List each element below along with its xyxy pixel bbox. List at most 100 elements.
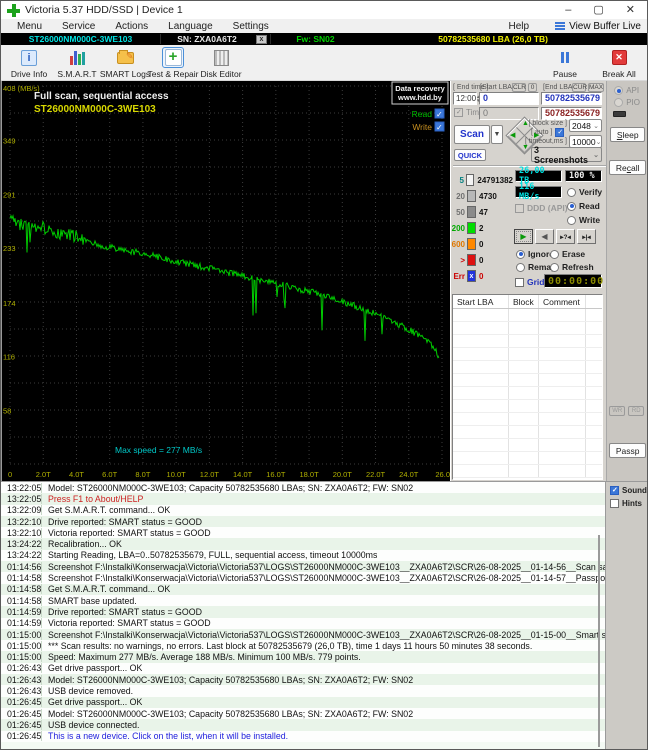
max-button[interactable]: MAX — [588, 83, 604, 92]
counter-color-box[interactable] — [466, 174, 474, 186]
sleep-button[interactable]: Sleep — [610, 127, 645, 142]
table-cell — [539, 348, 586, 360]
counter-threshold: 20 — [451, 192, 465, 201]
maximize-button[interactable]: ▢ — [593, 3, 603, 17]
table-row[interactable] — [453, 452, 602, 465]
refresh-radio[interactable]: Refresh — [550, 262, 594, 272]
log-timestamp: 01:26:43 — [1, 663, 41, 673]
verify-radio[interactable]: Verify — [567, 187, 602, 197]
counter-color-box[interactable] — [467, 206, 476, 218]
table-cell — [539, 413, 586, 425]
log-timestamp: 01:15:00 — [1, 630, 41, 640]
ddd-api-checkbox[interactable]: DDD (API) — [515, 203, 568, 213]
table-row[interactable] — [453, 374, 602, 387]
table-row[interactable] — [453, 465, 602, 478]
scan-dropdown-button[interactable]: ▼ — [491, 125, 503, 144]
counter-color-box[interactable] — [467, 254, 476, 266]
log-message: Victoria reported: SMART status = GOOD — [41, 528, 211, 538]
read-radio[interactable]: Read — [567, 201, 600, 211]
counter-color-box[interactable] — [467, 222, 476, 234]
toolbar-button-label: Disk Editor — [200, 69, 241, 79]
menu-settings[interactable]: Settings — [223, 21, 279, 32]
menu-help[interactable]: Help — [499, 21, 540, 32]
start-scan-button[interactable]: ▶ — [514, 229, 533, 244]
log-scrollbar-thumb[interactable] — [598, 535, 600, 747]
auto-checkbox[interactable]: [ auto ] — [531, 128, 564, 137]
table-row[interactable] — [453, 413, 602, 426]
menu-language[interactable]: Language — [158, 21, 223, 32]
table-row[interactable] — [453, 426, 602, 439]
ignore-radio[interactable]: Ignore — [516, 249, 554, 259]
table-row[interactable] — [453, 400, 602, 413]
cur-button[interactable]: CUR — [572, 83, 586, 92]
log-timestamp: 01:14:59 — [1, 618, 41, 628]
disk-editor-button[interactable]: Disk Editor — [197, 46, 245, 79]
counter-color-box[interactable]: x — [467, 270, 476, 282]
jump-end-button[interactable]: ▸|◂ — [577, 229, 596, 244]
rd-button[interactable]: RD — [628, 406, 644, 416]
erase-radio[interactable]: Erase — [550, 249, 585, 259]
table-row[interactable] — [453, 335, 602, 348]
pad-down-icon[interactable]: ▼ — [522, 144, 529, 151]
pad-left-icon[interactable]: ◀ — [510, 132, 515, 139]
table-row[interactable] — [453, 387, 602, 400]
device-close-button[interactable]: x — [256, 35, 267, 44]
verify-radio-circle — [567, 188, 576, 197]
passport-button[interactable]: Passp — [609, 443, 646, 458]
log-message: SMART base updated. — [41, 596, 137, 606]
smart-logs-button[interactable]: SMART Logs — [101, 46, 149, 79]
end-lba-input[interactable]: 50782535679 — [541, 92, 602, 105]
counter-color-box[interactable] — [467, 238, 476, 250]
block-size-select[interactable]: 2048⌄ — [569, 119, 602, 132]
close-button[interactable]: ✕ — [626, 3, 635, 17]
log-scrollbar[interactable] — [597, 482, 600, 750]
defect-table[interactable]: Start LBA Block Comment — [452, 294, 603, 480]
start-lba-input[interactable]: 0 — [479, 92, 539, 105]
s-m-a-r-t-button[interactable]: S.M.A.R.T — [53, 46, 101, 79]
recall-button[interactable]: Recall — [609, 160, 646, 175]
hints-checkbox[interactable]: Hints — [610, 499, 647, 508]
drive-info-button[interactable]: iDrive Info — [5, 46, 53, 79]
scan-button[interactable]: Scan — [454, 125, 490, 144]
sound-checkbox[interactable]: Sound — [610, 486, 647, 495]
minimize-button[interactable]: – — [565, 3, 571, 17]
log-list[interactable]: 13:22:05Model: ST26000NM000C-3WE103; Cap… — [1, 482, 605, 750]
menu-menu[interactable]: Menu — [7, 21, 52, 32]
table-cell — [539, 374, 586, 386]
log-row: 01:15:00Screenshot F:\Instalki\Konserwac… — [1, 629, 605, 640]
clr-button[interactable]: CLR — [512, 83, 526, 92]
view-buffer-live-button[interactable]: View Buffer Live — [555, 21, 641, 32]
table-cell — [453, 348, 509, 360]
end-time-spinner[interactable]: 12:00 ▲▼ — [453, 92, 477, 105]
read-radio-circle — [567, 202, 576, 211]
log-message: Victoria reported: SMART status = GOOD — [41, 618, 211, 628]
pause-button[interactable]: Pause — [541, 46, 589, 79]
counter-count: 4730 — [479, 192, 497, 201]
screenshots-select[interactable]: 3 Screenshots⌄ — [531, 147, 602, 162]
table-row[interactable] — [453, 439, 602, 452]
log-message: Model: ST26000NM000C-3WE103; Capacity 50… — [41, 675, 413, 685]
device-model[interactable]: ST26000NM000C-3WE103 — [1, 34, 161, 44]
table-row[interactable] — [453, 348, 602, 361]
log-timestamp: 13:24:22 — [1, 539, 41, 549]
elapsed-time-display: 00:00:00 — [544, 274, 602, 288]
zero-button[interactable]: 0 — [528, 83, 537, 92]
table-row[interactable] — [453, 309, 602, 322]
grid-checkbox[interactable]: Grid — [515, 277, 544, 287]
table-cell — [539, 400, 586, 412]
jump-question-button[interactable]: ▸?◂ — [556, 229, 575, 244]
scan-back-button[interactable]: ◀ — [535, 229, 554, 244]
log-message: Screenshot F:\Instalki\Konserwacja\Victo… — [41, 630, 605, 640]
counter-color-box[interactable] — [467, 190, 476, 202]
test-repair-button[interactable]: +Test & Repair — [149, 46, 197, 79]
table-row[interactable] — [453, 322, 602, 335]
quick-button[interactable]: QUICK — [454, 149, 486, 161]
smart-icon — [70, 50, 85, 65]
radio-label: Refresh — [562, 262, 594, 272]
menu-actions[interactable]: Actions — [105, 21, 158, 32]
menu-service[interactable]: Service — [52, 21, 105, 32]
write-radio[interactable]: Write — [567, 215, 600, 225]
table-row[interactable] — [453, 361, 602, 374]
wr-button[interactable]: WR — [609, 406, 625, 416]
break-all-button[interactable]: ✕ Break All — [595, 46, 643, 79]
